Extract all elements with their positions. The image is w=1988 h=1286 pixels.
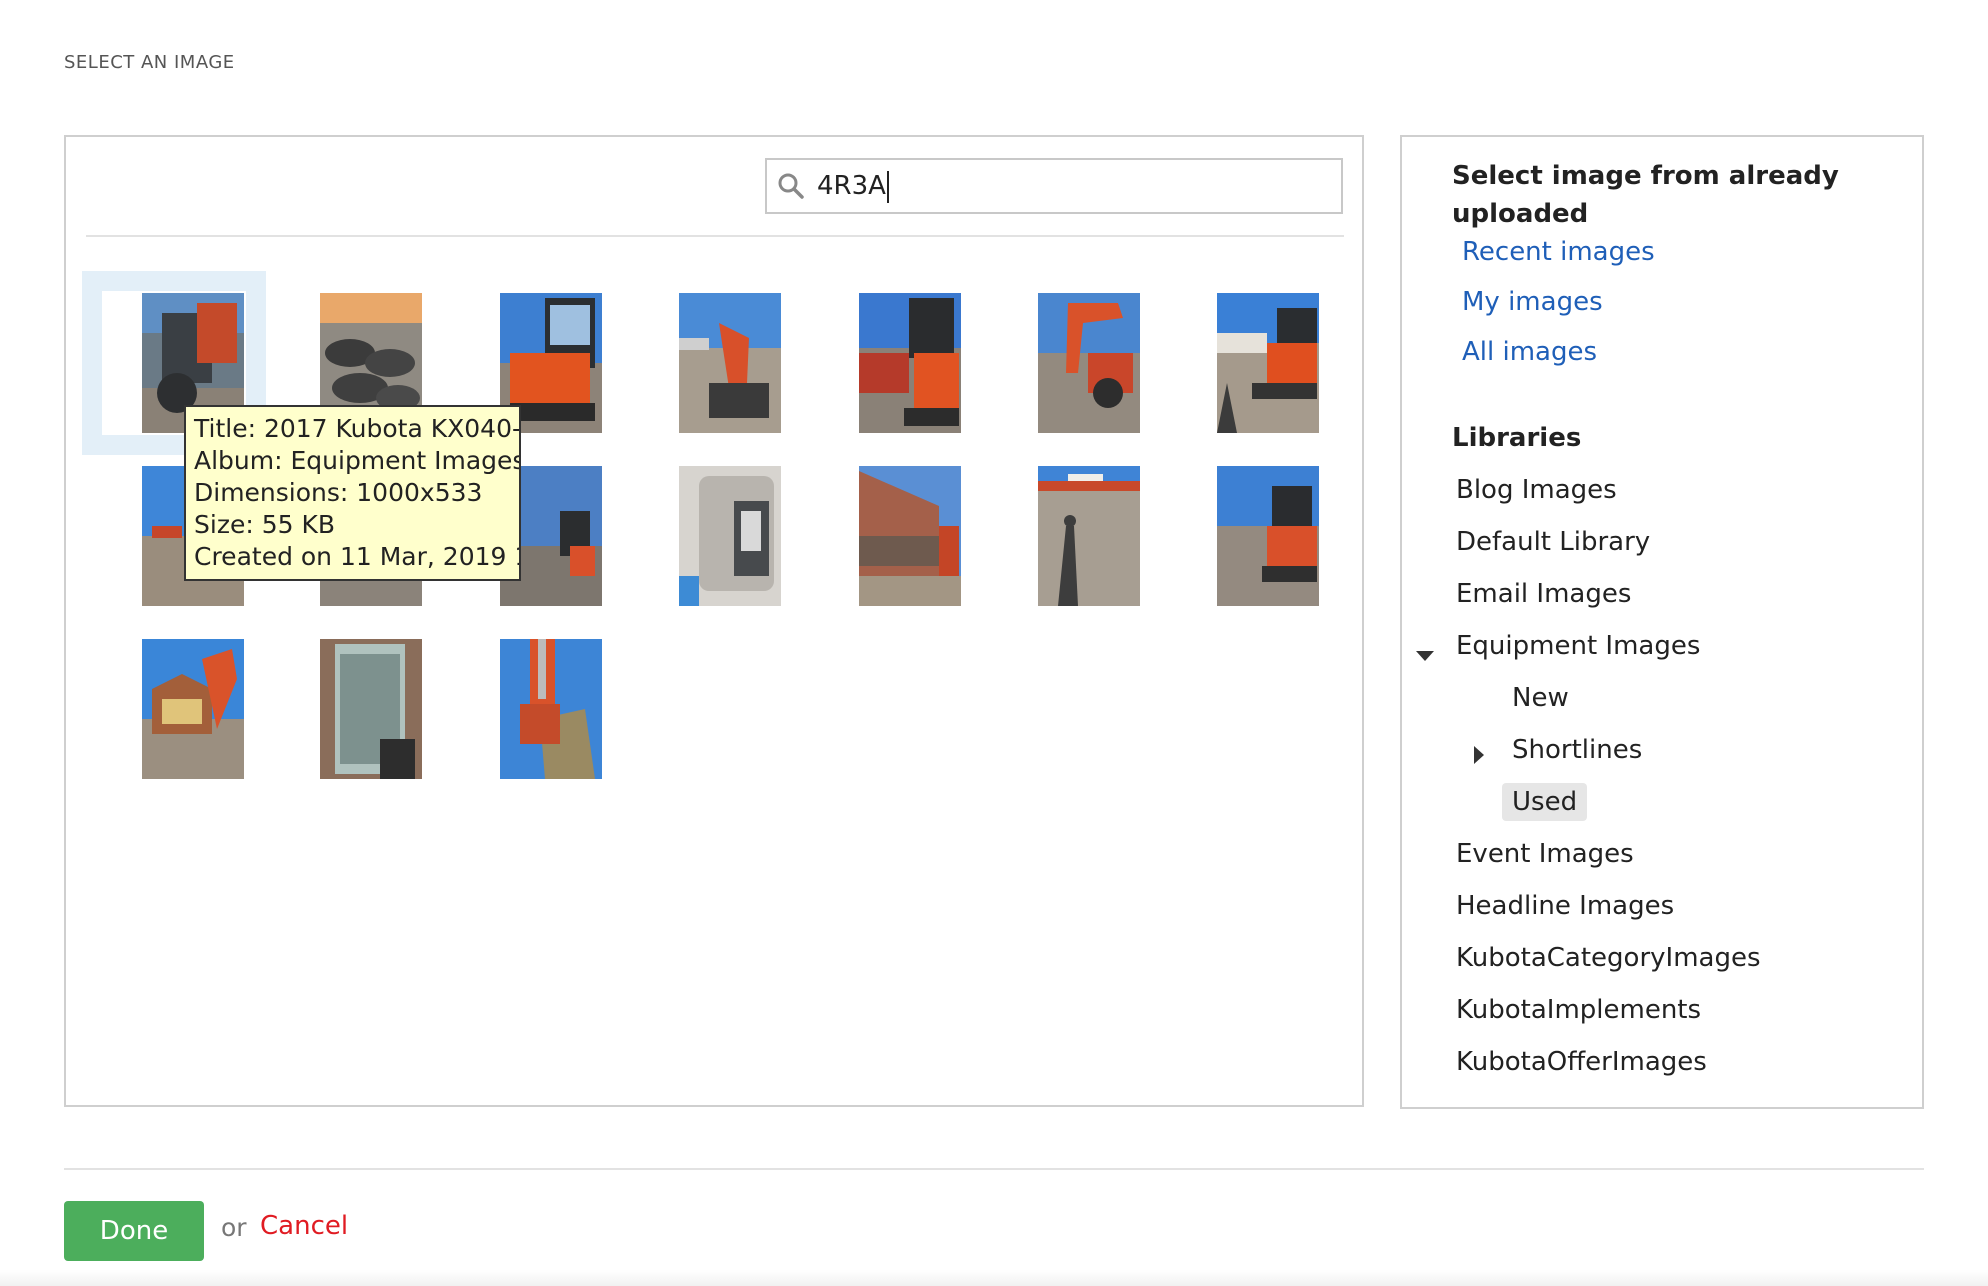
thumbnail-11[interactable]: [679, 466, 781, 606]
library-default-library[interactable]: Default Library: [1456, 527, 1650, 557]
image-browser-panel: 4R3A Title: 2017 Kubota KX040-4 Album: E…: [64, 135, 1364, 1107]
footer-divider: [64, 1168, 1924, 1170]
thumbnail-11-image: [679, 466, 781, 606]
tooltip-title: Title: 2017 Kubota KX040-4: [194, 414, 521, 443]
tooltip-size: Size: 55 KB: [194, 510, 335, 539]
thumbnail-6-image: [1038, 293, 1140, 433]
library-event-images[interactable]: Event Images: [1456, 839, 1634, 869]
library-equipment-shortlines[interactable]: Shortlines: [1512, 735, 1642, 765]
library-sidebar: Select image from already uploaded Recen…: [1400, 135, 1924, 1109]
thumbnail-13-image: [1038, 466, 1140, 606]
thumbnail-12-image: [859, 466, 961, 606]
thumbnail-15[interactable]: [142, 639, 244, 779]
thumbnail-15-image: [142, 639, 244, 779]
thumbnail-14[interactable]: [1217, 466, 1319, 606]
tooltip-album: Album: Equipment Images: [194, 446, 521, 475]
thumbnail-5-image: [859, 293, 961, 433]
thumbnail-grid: Title: 2017 Kubota KX040-4 Album: Equipm…: [66, 137, 1362, 1105]
library-equipment-used[interactable]: Used: [1502, 783, 1588, 821]
library-headline-images[interactable]: Headline Images: [1456, 891, 1674, 921]
libraries-heading: Libraries: [1452, 423, 1582, 453]
done-button[interactable]: Done: [64, 1201, 204, 1261]
dialog-title: SELECT AN IMAGE: [64, 52, 235, 73]
collapsed-triangle-icon[interactable]: [1474, 746, 1484, 764]
thumbnail-16-image: [320, 639, 422, 779]
thumbnail-13[interactable]: [1038, 466, 1140, 606]
thumbnail-6[interactable]: [1038, 293, 1140, 433]
thumbnail-5[interactable]: [859, 293, 961, 433]
recent-images-link[interactable]: Recent images: [1462, 237, 1655, 267]
library-equipment-new[interactable]: New: [1512, 683, 1569, 713]
thumbnail-17[interactable]: [500, 639, 602, 779]
bottom-shade: [0, 1270, 1988, 1286]
thumbnail-16[interactable]: [320, 639, 422, 779]
thumbnail-4[interactable]: [679, 293, 781, 433]
image-info-tooltip: Title: 2017 Kubota KX040-4 Album: Equipm…: [184, 405, 521, 581]
library-kubota-offer-images[interactable]: KubotaOfferImages: [1456, 1047, 1707, 1077]
library-equipment-images[interactable]: Equipment Images: [1456, 631, 1700, 661]
or-label: or: [221, 1213, 247, 1242]
library-kubota-implements[interactable]: KubotaImplements: [1456, 995, 1701, 1025]
all-images-link[interactable]: All images: [1462, 337, 1597, 367]
tooltip-created: Created on 11 Mar, 2019 16: [194, 542, 521, 571]
thumbnail-4-image: [679, 293, 781, 433]
library-email-images[interactable]: Email Images: [1456, 579, 1631, 609]
thumbnail-7-image: [1217, 293, 1319, 433]
library-blog-images[interactable]: Blog Images: [1456, 475, 1617, 505]
sidebar-heading: Select image from already uploaded: [1452, 161, 1839, 229]
tooltip-dimensions: Dimensions: 1000x533: [194, 478, 483, 507]
my-images-link[interactable]: My images: [1462, 287, 1603, 317]
thumbnail-14-image: [1217, 466, 1319, 606]
cancel-link[interactable]: Cancel: [260, 1211, 348, 1241]
thumbnail-17-image: [500, 639, 602, 779]
expanded-triangle-icon[interactable]: [1416, 651, 1434, 661]
thumbnail-7[interactable]: [1217, 293, 1319, 433]
library-kubota-category-images[interactable]: KubotaCategoryImages: [1456, 943, 1761, 973]
thumbnail-12[interactable]: [859, 466, 961, 606]
